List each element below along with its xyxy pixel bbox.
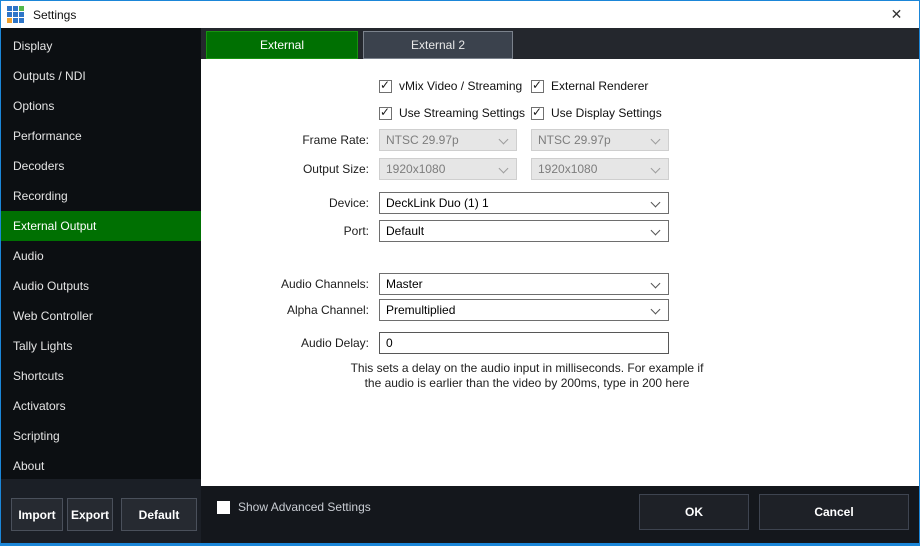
chevron-down-icon [651, 226, 661, 236]
chevron-down-icon [499, 135, 509, 145]
checkbox-label: Use Display Settings [551, 106, 662, 120]
show-advanced-settings-checkbox[interactable] [217, 501, 230, 514]
chevron-down-icon [651, 305, 661, 315]
chevron-down-icon [651, 164, 661, 174]
sidebar-item-scripting[interactable]: Scripting [1, 421, 201, 451]
external-renderer-checkbox[interactable]: ✓ External Renderer [531, 79, 648, 93]
use-display-settings-checkbox[interactable]: ✓ Use Display Settings [531, 106, 662, 120]
cancel-button[interactable]: Cancel [759, 494, 909, 530]
sidebar-item-outputs-ndi[interactable]: Outputs / NDI [1, 61, 201, 91]
audio-channels-select[interactable]: Master [379, 273, 669, 295]
port-select[interactable]: Default [379, 220, 669, 242]
dialog-footer: Show Advanced Settings OK Cancel [201, 486, 919, 544]
sidebar-item-recording[interactable]: Recording [1, 181, 201, 211]
audio-delay-help-text: This sets a delay on the audio input in … [331, 361, 723, 391]
frame-rate-select-2[interactable]: NTSC 29.97p [531, 129, 669, 151]
settings-window: Settings ✕ Display Outputs / NDI Options… [0, 0, 920, 546]
external-output-panel: ✓ vMix Video / Streaming ✓ External Rend… [201, 59, 919, 486]
checkbox-label: vMix Video / Streaming [399, 79, 522, 93]
sidebar-item-activators[interactable]: Activators [1, 391, 201, 421]
settings-sidebar: Display Outputs / NDI Options Performanc… [1, 28, 201, 479]
sidebar-item-options[interactable]: Options [1, 91, 201, 121]
sidebar-item-web-controller[interactable]: Web Controller [1, 301, 201, 331]
chevron-down-icon [651, 135, 661, 145]
vmix-logo-icon [7, 6, 25, 24]
output-size-label: Output Size: [201, 158, 369, 180]
show-advanced-settings-label: Show Advanced Settings [238, 500, 371, 514]
device-label: Device: [201, 192, 369, 214]
export-button[interactable]: Export [67, 498, 113, 531]
chevron-down-icon [651, 279, 661, 289]
checkbox-checked-icon: ✓ [379, 107, 392, 120]
frame-rate-label: Frame Rate: [201, 129, 369, 151]
audio-delay-input[interactable] [379, 332, 669, 354]
vmix-video-streaming-checkbox[interactable]: ✓ vMix Video / Streaming [379, 79, 522, 93]
chevron-down-icon [499, 164, 509, 174]
sidebar-item-shortcuts[interactable]: Shortcuts [1, 361, 201, 391]
sidebar-item-decoders[interactable]: Decoders [1, 151, 201, 181]
sidebar-footer: Import Export Default [1, 479, 201, 544]
output-size-select-2[interactable]: 1920x1080 [531, 158, 669, 180]
alpha-channel-label: Alpha Channel: [201, 299, 369, 321]
audio-channels-label: Audio Channels: [201, 273, 369, 295]
close-icon[interactable]: ✕ [874, 1, 919, 28]
audio-delay-label: Audio Delay: [201, 332, 369, 354]
sidebar-item-about[interactable]: About [1, 451, 201, 481]
sidebar-item-performance[interactable]: Performance [1, 121, 201, 151]
tab-bar: External External 2 [201, 28, 919, 59]
sidebar-item-external-output[interactable]: External Output [1, 211, 201, 241]
chevron-down-icon [651, 198, 661, 208]
checkbox-label: Use Streaming Settings [399, 106, 525, 120]
checkbox-label: External Renderer [551, 79, 648, 93]
port-label: Port: [201, 220, 369, 242]
sidebar-item-audio[interactable]: Audio [1, 241, 201, 271]
tab-external[interactable]: External [206, 31, 358, 59]
window-title: Settings [33, 8, 76, 22]
sidebar-item-tally-lights[interactable]: Tally Lights [1, 331, 201, 361]
checkbox-checked-icon: ✓ [531, 107, 544, 120]
output-size-select-1[interactable]: 1920x1080 [379, 158, 517, 180]
default-button[interactable]: Default [121, 498, 197, 531]
tab-external-2[interactable]: External 2 [363, 31, 513, 59]
import-button[interactable]: Import [11, 498, 63, 531]
frame-rate-select-1[interactable]: NTSC 29.97p [379, 129, 517, 151]
checkbox-checked-icon: ✓ [379, 80, 392, 93]
sidebar-item-audio-outputs[interactable]: Audio Outputs [1, 271, 201, 301]
device-select[interactable]: DeckLink Duo (1) 1 [379, 192, 669, 214]
checkbox-checked-icon: ✓ [531, 80, 544, 93]
sidebar-item-display[interactable]: Display [1, 31, 201, 61]
ok-button[interactable]: OK [639, 494, 749, 530]
title-bar: Settings ✕ [1, 1, 919, 28]
alpha-channel-select[interactable]: Premultiplied [379, 299, 669, 321]
use-streaming-settings-checkbox[interactable]: ✓ Use Streaming Settings [379, 106, 525, 120]
